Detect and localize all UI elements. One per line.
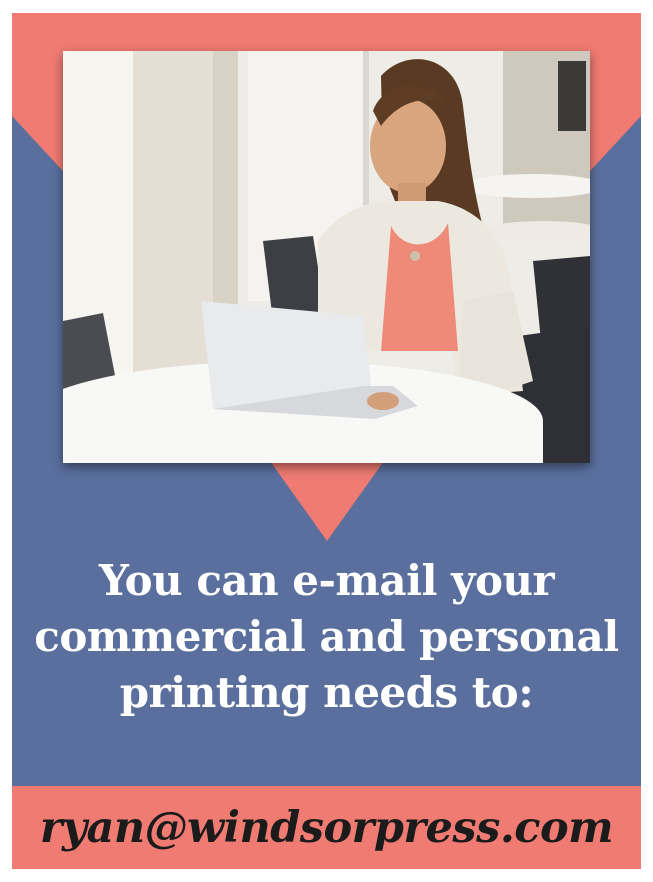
headline: You can e-mail your commercial and perso… bbox=[12, 553, 641, 721]
photo-woman-laptop bbox=[63, 51, 590, 463]
headline-line-3: printing needs to: bbox=[119, 668, 534, 717]
headline-line-2: commercial and personal bbox=[34, 612, 619, 661]
headline-line-1: You can e-mail your bbox=[98, 556, 555, 605]
email-band: ryan@windsorpress.com bbox=[12, 786, 641, 869]
email-address[interactable]: ryan@windsorpress.com bbox=[12, 786, 641, 869]
flyer-card: You can e-mail your commercial and perso… bbox=[12, 13, 641, 869]
